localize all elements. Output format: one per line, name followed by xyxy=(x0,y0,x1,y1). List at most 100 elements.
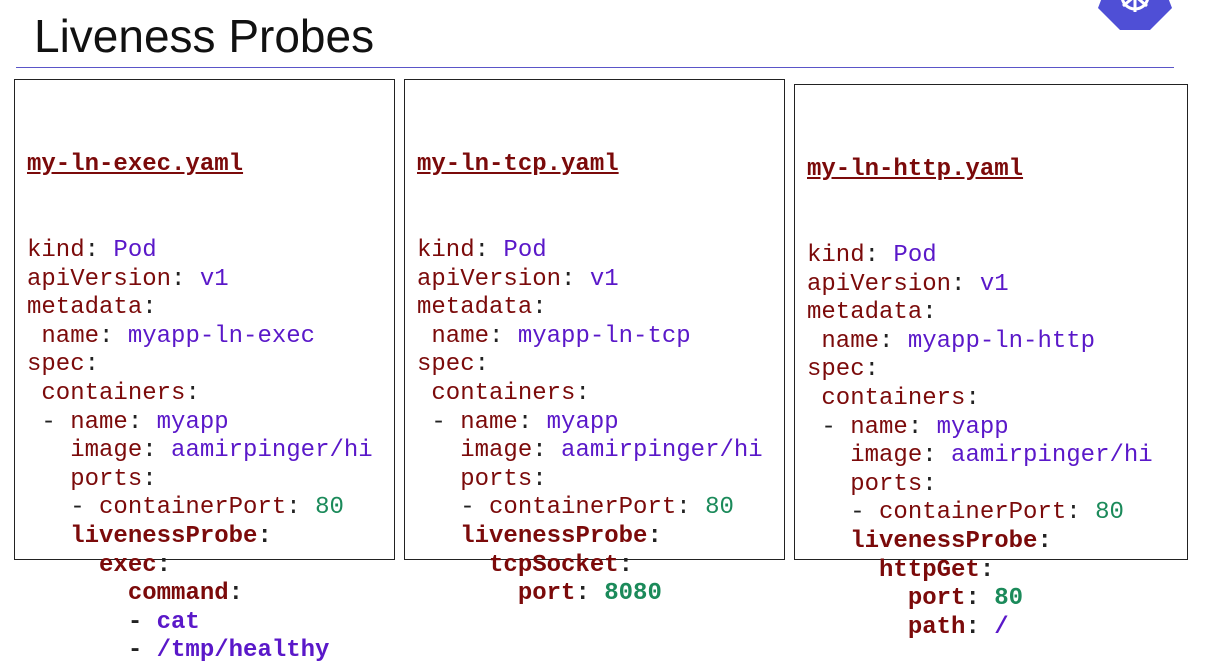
yaml-value: 8080 xyxy=(604,580,662,608)
yaml-key: containers xyxy=(821,384,966,412)
yaml-key: kind xyxy=(27,236,85,264)
code-block: my-ln-http.yaml kind: Pod apiVersion: v1 m… xyxy=(807,99,1153,642)
yaml-key: ports xyxy=(70,465,143,493)
code-line: ports: xyxy=(27,466,373,495)
yaml-key: name xyxy=(70,408,128,436)
yaml-key: name xyxy=(850,413,908,441)
code-line: - name: myapp xyxy=(417,409,763,438)
file-name: my-ln-exec.yaml xyxy=(27,151,244,179)
yaml-separator: : xyxy=(879,327,908,355)
yaml-value: cat xyxy=(156,608,200,636)
code-line: name: myapp-ln-exec xyxy=(27,323,373,352)
code-line: name: myapp-ln-http xyxy=(807,328,1153,357)
yaml-separator: : xyxy=(127,408,157,436)
yaml-key: name xyxy=(431,322,490,350)
yaml-separator: : xyxy=(1066,499,1096,527)
yaml-value: 80 xyxy=(1095,499,1124,527)
yaml-key: kind xyxy=(417,236,475,264)
yaml-separator: : xyxy=(517,408,547,436)
code-block: my-ln-tcp.yaml kind: Pod apiVersion: v1 me… xyxy=(417,94,763,609)
yaml-key: apiVersion xyxy=(417,265,562,293)
yaml-value: Pod xyxy=(893,241,937,269)
yaml-key: image xyxy=(850,442,923,470)
yaml-key: image xyxy=(460,437,533,465)
code-block: my-ln-exec.yaml kind: Pod apiVersion: v1 m… xyxy=(27,94,373,666)
yaml-key: name xyxy=(460,408,518,436)
line-indent: - xyxy=(807,413,851,441)
code-line: kind: Pod xyxy=(27,237,373,266)
yaml-key: path xyxy=(907,613,966,641)
code-line: name: myapp-ln-tcp xyxy=(417,323,763,352)
code-line: path: / xyxy=(807,614,1153,643)
yaml-key: kind xyxy=(807,241,865,269)
yaml-separator: : xyxy=(979,556,995,584)
yaml-separator: : xyxy=(532,294,547,322)
yaml-value: myapp xyxy=(156,408,229,436)
yaml-key: spec xyxy=(417,351,475,379)
yaml-key: port xyxy=(907,585,966,613)
yaml-key: livenessProbe xyxy=(460,522,648,550)
yaml-key: port xyxy=(517,580,576,608)
code-line: metadata: xyxy=(807,299,1153,328)
yaml-separator: : xyxy=(561,265,590,293)
yaml-separator: : xyxy=(171,265,200,293)
code-line: ports: xyxy=(417,466,763,495)
code-line: apiVersion: v1 xyxy=(807,271,1153,300)
yaml-key: containerPort xyxy=(879,499,1067,527)
yaml-key: containerPort xyxy=(489,494,677,522)
yaml-separator: : xyxy=(474,236,504,264)
code-line: httpGet: xyxy=(807,557,1153,586)
yaml-value: myapp-ln-http xyxy=(907,327,1096,355)
code-line: port: 80 xyxy=(807,585,1153,614)
yaml-separator: : xyxy=(922,299,937,327)
yaml-separator: : xyxy=(185,379,200,407)
yaml-value: 80 xyxy=(705,494,734,522)
yaml-value: Pod xyxy=(503,236,547,264)
code-line: spec: xyxy=(807,356,1153,385)
code-line: apiVersion: v1 xyxy=(27,266,373,295)
yaml-key: apiVersion xyxy=(27,265,172,293)
code-line: containers: xyxy=(27,380,373,409)
code-line: livenessProbe: xyxy=(27,523,373,552)
yaml-separator: : xyxy=(228,580,244,608)
yaml-separator: : xyxy=(532,465,547,493)
code-line: ports: xyxy=(807,471,1153,500)
code-line: tcpSocket: xyxy=(417,552,763,581)
yaml-value: v1 xyxy=(979,270,1009,298)
code-line: kind: Pod xyxy=(417,237,763,266)
yaml-value: myapp-ln-tcp xyxy=(517,322,691,350)
yaml-value: aamirpinger/hi xyxy=(171,437,373,465)
yaml-separator: : xyxy=(142,437,172,465)
yaml-value: myapp xyxy=(936,413,1009,441)
code-line: - containerPort: 80 xyxy=(807,499,1153,528)
yaml-separator: : xyxy=(676,494,706,522)
yaml-separator: : xyxy=(864,241,894,269)
yaml-key: ports xyxy=(850,470,923,498)
yaml-key: containers xyxy=(41,379,186,407)
yaml-separator: : xyxy=(922,442,952,470)
yaml-key: containers xyxy=(431,379,576,407)
yaml-panel-http: my-ln-http.yaml kind: Pod apiVersion: v1 m… xyxy=(794,84,1188,641)
code-line: command: xyxy=(27,580,373,609)
yaml-key: ports xyxy=(460,465,533,493)
code-line: containers: xyxy=(807,385,1153,414)
yaml-key: tcpSocket xyxy=(489,551,619,579)
yaml-value: myapp xyxy=(546,408,619,436)
yaml-value: aamirpinger/hi xyxy=(951,442,1153,470)
code-line: livenessProbe: xyxy=(417,523,763,552)
yaml-key: livenessProbe xyxy=(850,527,1038,555)
line-indent: - xyxy=(27,637,157,665)
